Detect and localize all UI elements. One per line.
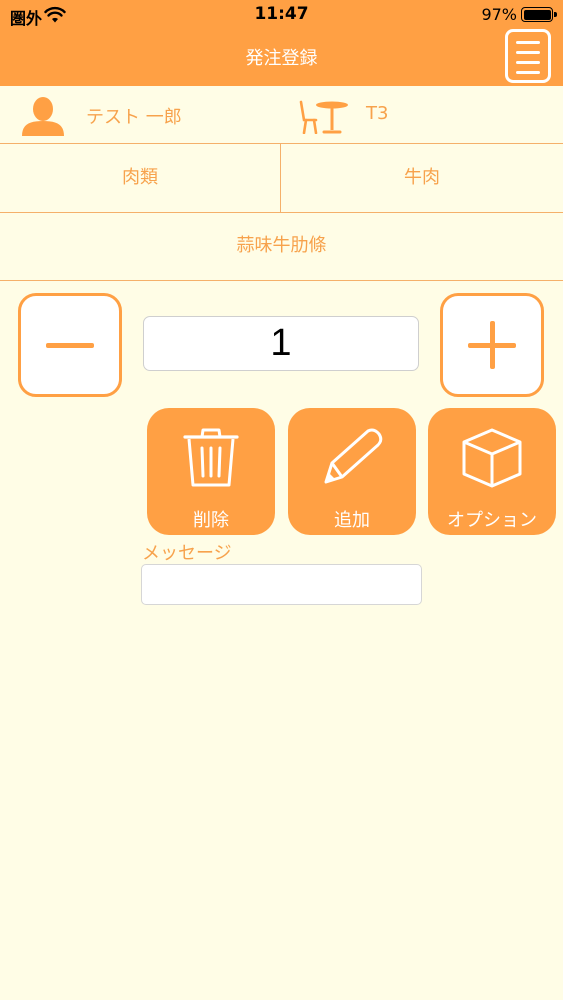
trash-icon [183,428,239,487]
subcategory-button[interactable]: 牛肉 [281,144,563,212]
staff-name: テスト 一郎 [86,107,182,128]
add-button[interactable]: 追加 [288,408,416,535]
box-icon [462,428,522,488]
status-time: 11:47 [254,4,309,24]
menu-item-button[interactable]: 蒜味牛肋條 [0,213,563,281]
pencil-icon [324,428,383,484]
message-label: メッセージ [142,543,232,564]
increase-quantity-button[interactable] [440,293,544,397]
menu-button[interactable] [505,29,551,83]
delete-label: 削除 [193,510,229,531]
category-button[interactable]: 肉類 [0,144,281,212]
page-title: 発注登録 [245,48,318,69]
status-bar: 圏外 11:47 97% [0,0,563,30]
message-input[interactable] [141,564,422,605]
decrease-quantity-button[interactable] [18,293,122,397]
battery-percent: 97% [481,5,517,24]
category-row: 肉類 牛肉 [0,144,563,213]
table-number: T3 [366,103,389,124]
option-button[interactable]: オプション [428,408,556,535]
order-info-row: テスト 一郎 T3 [0,86,563,144]
add-label: 追加 [334,510,370,531]
person-icon [22,97,64,136]
option-label: オプション [447,510,537,531]
quantity-field[interactable]: 1 [143,316,419,371]
battery-icon [521,7,557,22]
app-screen: 圏外 11:47 97% 発注登録 テスト 一郎 T3 肉類 牛肉 蒜味牛肋條 … [0,0,563,1000]
table-icon [299,100,348,134]
delete-button[interactable]: 削除 [147,408,275,535]
top-bar: 圏外 11:47 97% 発注登録 [0,0,563,86]
